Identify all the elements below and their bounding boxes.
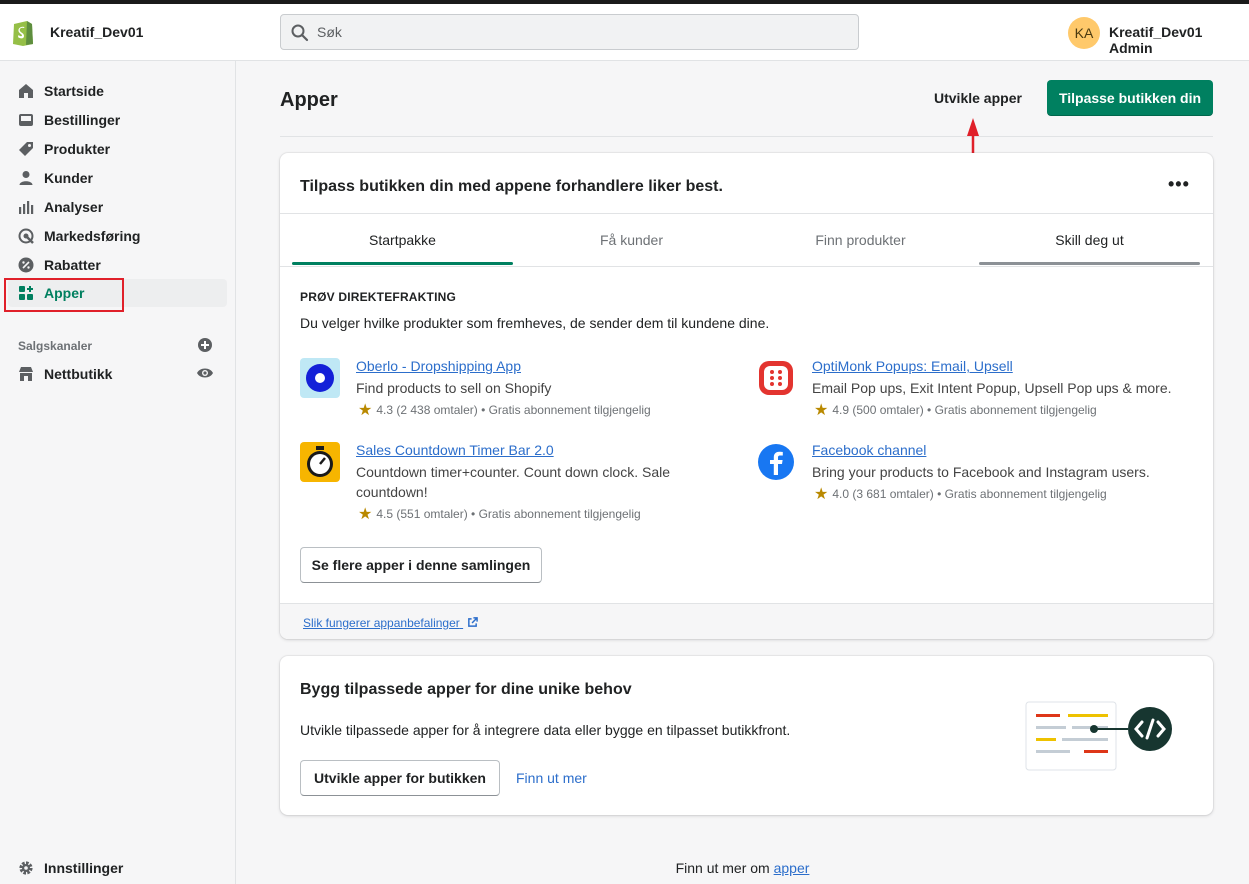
card-footer: Slik fungerer appanbefalinger bbox=[280, 603, 1213, 639]
tab-finn-produkter[interactable]: Finn produkter bbox=[750, 213, 971, 265]
customize-store-button[interactable]: Tilpasse butikken din bbox=[1047, 80, 1213, 116]
sidebar-item-label: Nettbutikk bbox=[44, 366, 113, 382]
customer-icon bbox=[19, 171, 33, 185]
develop-apps-button[interactable]: Utvikle apper bbox=[934, 90, 1022, 106]
app-description: Countdown timer+counter. Count down cloc… bbox=[356, 464, 671, 500]
app-rating: ★ 4.3 (2 438 omtaler) • Gratis abonnement… bbox=[358, 400, 651, 420]
star-icon: ★ bbox=[358, 506, 373, 523]
shopify-logo-icon[interactable] bbox=[10, 17, 36, 47]
sidebar-item-bestillinger[interactable]: Bestillinger bbox=[8, 106, 227, 134]
external-link-icon bbox=[468, 617, 478, 627]
sidebar-item-label: Rabatter bbox=[44, 257, 101, 273]
tab-fa-kunder[interactable]: Få kunder bbox=[521, 213, 742, 265]
tag-icon bbox=[19, 142, 33, 156]
tab-startpakke[interactable]: Startpakke bbox=[292, 213, 513, 265]
card-title: Bygg tilpassede apper for dine unike beh… bbox=[300, 681, 632, 698]
store-icon bbox=[19, 367, 33, 381]
search-bar[interactable] bbox=[280, 14, 859, 50]
card-title: Tilpass butikken din med appene forhandl… bbox=[300, 178, 723, 195]
sidebar-item-label: Markedsføring bbox=[44, 228, 141, 244]
tab-active-underline bbox=[292, 262, 513, 265]
home-icon bbox=[19, 84, 33, 98]
star-icon: ★ bbox=[814, 486, 829, 503]
sidebar-item-analyser[interactable]: Analyser bbox=[8, 193, 227, 221]
app-item-countdown[interactable]: Sales Countdown Timer Bar 2.0 Countdown … bbox=[300, 442, 730, 524]
app-meta-text: 4.5 (551 omtaler) • Gratis abonnement ti… bbox=[376, 507, 641, 521]
sidebar-item-startside[interactable]: Startside bbox=[8, 77, 227, 105]
sidebar-item-label: Startside bbox=[44, 83, 104, 99]
code-illustration-icon bbox=[1025, 701, 1172, 771]
develop-store-apps-button[interactable]: Utvikle apper for butikken bbox=[300, 760, 500, 796]
footer-prefix: Finn ut mer om bbox=[675, 860, 774, 876]
highlight-annotation bbox=[4, 278, 124, 312]
star-icon: ★ bbox=[814, 402, 829, 419]
sidebar-item-nettbutikk[interactable]: Nettbutikk bbox=[8, 360, 227, 388]
sidebar-item-markedsforing[interactable]: Markedsføring bbox=[8, 222, 227, 250]
app-item-oberlo[interactable]: Oberlo - Dropshipping App Find products … bbox=[300, 358, 730, 428]
app-description: Bring your products to Facebook and Inst… bbox=[812, 464, 1150, 480]
tab-label: Startpakke bbox=[369, 232, 436, 248]
app-item-optimonk[interactable]: OptiMonk Popups: Email, Upsell Email Pop… bbox=[756, 358, 1186, 428]
how-recommendations-work-link[interactable]: Slik fungerer appanbefalinger bbox=[303, 616, 478, 630]
oberlo-icon bbox=[300, 358, 340, 398]
collection-description: Du velger hvilke produkter som fremheves… bbox=[300, 315, 770, 331]
app-item-facebook[interactable]: Facebook channel Bring your products to … bbox=[756, 442, 1186, 512]
sidebar-item-produkter[interactable]: Produkter bbox=[8, 135, 227, 163]
app-meta-text: 4.9 (500 omtaler) • Gratis abonnement ti… bbox=[832, 403, 1097, 417]
tabs-bottom-rule bbox=[280, 266, 1213, 267]
footer-apps-link[interactable]: apper bbox=[774, 860, 810, 876]
add-channel-icon[interactable] bbox=[198, 338, 212, 352]
recommended-apps-card: Tilpass butikken din med appene forhandl… bbox=[280, 153, 1213, 639]
sales-channels-label: Salgskanaler bbox=[18, 339, 93, 353]
more-actions-icon[interactable]: ••• bbox=[1168, 174, 1190, 195]
star-icon: ★ bbox=[358, 402, 373, 419]
stopwatch-icon bbox=[300, 442, 340, 482]
discount-icon bbox=[18, 257, 34, 273]
app-meta-text: 4.0 (3 681 omtaler) • Gratis abonnement … bbox=[832, 487, 1107, 501]
facebook-icon bbox=[756, 442, 796, 482]
search-input[interactable] bbox=[317, 15, 847, 49]
app-name-link[interactable]: OptiMonk Popups: Email, Upsell bbox=[812, 358, 1013, 374]
sidebar-item-label: Kunder bbox=[44, 170, 93, 186]
sidebar: Startside Bestillinger Produkter Kunder … bbox=[0, 61, 236, 884]
app-rating: ★ 4.9 (500 omtaler) • Gratis abonnement t… bbox=[814, 400, 1097, 420]
page-title: Apper bbox=[280, 89, 338, 111]
collection-heading: PRØV DIREKTEFRAKTING bbox=[300, 290, 457, 304]
eye-icon[interactable] bbox=[196, 367, 214, 379]
see-more-apps-button[interactable]: Se flere apper i denne samlingen bbox=[300, 547, 542, 583]
custom-apps-card: Bygg tilpassede apper for dine unike beh… bbox=[280, 656, 1213, 815]
sidebar-item-kunder[interactable]: Kunder bbox=[8, 164, 227, 192]
avatar[interactable]: KA bbox=[1068, 17, 1100, 49]
orders-icon bbox=[19, 114, 33, 126]
link-text: Slik fungerer appanbefalinger bbox=[303, 616, 460, 630]
card-description: Utvikle tilpassede apper for å integrere… bbox=[300, 722, 791, 738]
learn-more-link[interactable]: Finn ut mer bbox=[516, 770, 587, 786]
app-rating: ★ 4.5 (551 omtaler) • Gratis abonnement t… bbox=[358, 504, 641, 524]
analytics-icon bbox=[19, 201, 34, 214]
optimonk-icon bbox=[756, 358, 796, 398]
sidebar-item-label: Bestillinger bbox=[44, 112, 121, 128]
tab-skill-deg-ut[interactable]: Skill deg ut bbox=[979, 213, 1200, 265]
search-icon bbox=[291, 24, 309, 42]
marketing-icon bbox=[18, 228, 34, 244]
sidebar-item-label: Produkter bbox=[44, 141, 111, 157]
app-meta-text: 4.3 (2 438 omtaler) • Gratis abonnement … bbox=[376, 403, 651, 417]
tab-label: Få kunder bbox=[599, 232, 664, 248]
tab-hover-underline bbox=[979, 262, 1200, 265]
app-name-link[interactable]: Oberlo - Dropshipping App bbox=[356, 358, 521, 374]
app-rating: ★ 4.0 (3 681 omtaler) • Gratis abonnement… bbox=[814, 484, 1107, 504]
tab-label: Skill deg ut bbox=[1055, 232, 1124, 248]
footer-help-text: Finn ut mer om apper bbox=[0, 860, 1249, 876]
app-name-link[interactable]: Sales Countdown Timer Bar 2.0 bbox=[356, 442, 554, 458]
header-divider bbox=[280, 136, 1213, 137]
app-description: Find products to sell on Shopify bbox=[356, 380, 552, 396]
tab-label: Finn produkter bbox=[815, 232, 906, 248]
user-name[interactable]: Kreatif_Dev01 Admin bbox=[1109, 24, 1249, 56]
sidebar-item-rabatter[interactable]: Rabatter bbox=[8, 251, 227, 279]
top-bar: Kreatif_Dev01 KA Kreatif_Dev01 Admin bbox=[0, 4, 1249, 61]
app-name-link[interactable]: Facebook channel bbox=[812, 442, 926, 458]
store-name[interactable]: Kreatif_Dev01 bbox=[50, 24, 143, 40]
app-description: Email Pop ups, Exit Intent Popup, Upsell… bbox=[812, 380, 1172, 396]
sidebar-item-label: Analyser bbox=[44, 199, 104, 215]
